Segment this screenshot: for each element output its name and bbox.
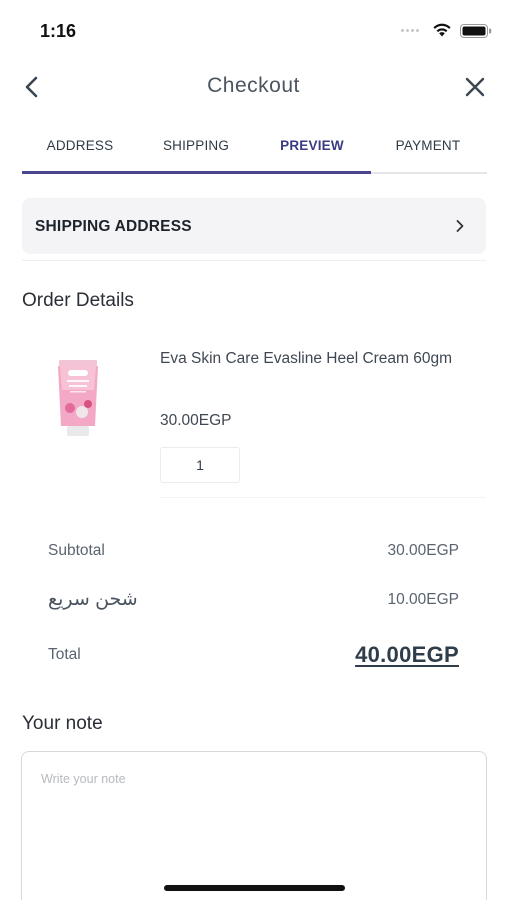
note-title: Your note (22, 713, 103, 734)
product-price: 30.00EGP (160, 412, 232, 429)
wifi-icon (433, 23, 451, 37)
product-image[interactable] (55, 360, 101, 436)
shipping-address-row[interactable]: SHIPPING ADDRESS (22, 198, 486, 254)
tab-preview[interactable]: PREVIEW (254, 128, 370, 153)
subtotal-value: 30.00EGP (387, 542, 459, 559)
home-indicator[interactable] (164, 885, 345, 891)
note-container (21, 751, 487, 900)
nav-bar: Checkout (0, 62, 507, 112)
tab-progress-bar (22, 171, 371, 174)
page-title: Checkout (207, 74, 300, 97)
note-input[interactable] (22, 752, 486, 900)
product-name[interactable]: Eva Skin Care Evasline Heel Cream 60gm (160, 344, 460, 373)
tab-address[interactable]: ADDRESS (22, 128, 138, 153)
shipping-method-label: شحن سريع (48, 589, 138, 610)
divider (160, 497, 486, 498)
shipping-cost-value: 10.00EGP (387, 591, 459, 608)
signal-dots-icon (401, 29, 427, 33)
checkout-steps-tabs: ADDRESS SHIPPING PREVIEW PAYMENT (22, 128, 487, 176)
tab-shipping[interactable]: SHIPPING (138, 128, 254, 153)
order-details-title: Order Details (22, 290, 134, 311)
checkout-screen: 1:16 Checkout ADDRESS SHIPPING PREVIEW P… (0, 0, 507, 900)
status-bar: 1:16 (0, 0, 507, 60)
chevron-right-icon (456, 220, 464, 232)
shipping-address-label: SHIPPING ADDRESS (35, 218, 192, 235)
divider (22, 260, 486, 261)
quantity-field[interactable]: 1 (160, 447, 240, 483)
subtotal-label: Subtotal (48, 542, 105, 559)
tab-payment[interactable]: PAYMENT (370, 128, 486, 153)
status-time: 1:16 (40, 21, 77, 41)
close-icon[interactable] (460, 72, 490, 102)
battery-icon (460, 24, 492, 38)
total-value: 40.00EGP (355, 642, 459, 667)
total-label: Total (48, 646, 81, 663)
